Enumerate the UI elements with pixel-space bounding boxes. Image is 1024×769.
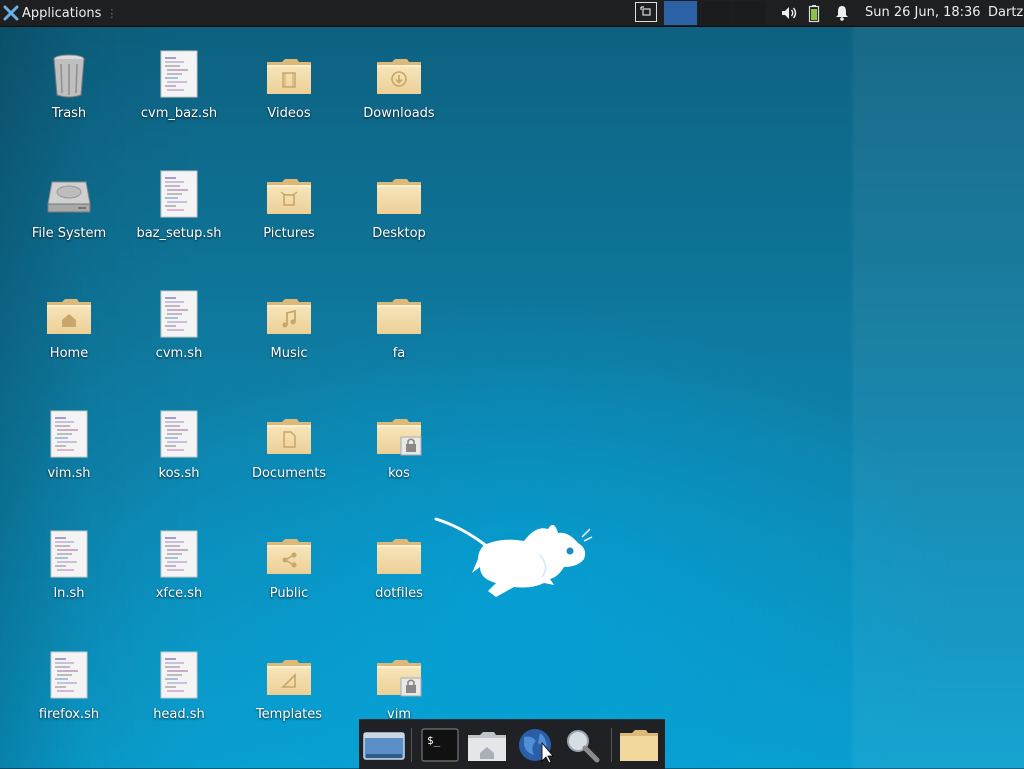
shell-script-icon [154,170,204,220]
icon-label: vim.sh [47,466,91,481]
dock: $_ [359,719,665,769]
icon-label: Public [269,586,309,601]
file-manager-icon[interactable] [618,727,660,763]
desktop-icon-desktop[interactable]: Desktop [349,170,449,280]
folder-documents-icon [264,410,314,460]
workspace-3[interactable] [732,1,765,25]
xfce-mouse-logo-icon [434,517,593,597]
panel-grip-icon[interactable]: ⋮ [106,7,117,20]
desktop-icon-downloads[interactable]: Downloads [349,50,449,160]
shell-script-icon [154,651,204,701]
trash-icon [53,54,85,98]
desktop-icon-fa[interactable]: fa [349,290,449,400]
xfce-logo-icon [3,5,19,21]
shell-script-icon [154,530,204,580]
icon-label: head.sh [153,707,205,722]
shell-script-icon [154,50,204,100]
folder-music-icon [264,290,314,340]
battery-icon[interactable] [806,3,826,23]
shell-script-icon [44,651,94,701]
icon-label: baz_setup.sh [136,226,222,241]
desktop-icon-cvm-baz-sh[interactable]: cvm_baz.sh [129,50,229,160]
svg-text:$_: $_ [427,734,441,747]
desktop-icon-xfce-sh[interactable]: xfce.sh [129,530,229,640]
terminal-icon[interactable]: $_ [419,727,461,763]
desktop-icon-documents[interactable]: Documents [239,410,339,520]
desktop-icon-baz-setup-sh[interactable]: baz_setup.sh [129,170,229,280]
workspace-2[interactable] [698,1,731,25]
desktop-icon-trash[interactable]: Trash [19,50,119,160]
desktop-icon-music[interactable]: Music [239,290,339,400]
icon-label: Documents [251,466,327,481]
icon-label: Templates [255,707,323,722]
desktop-icon-cvm-sh[interactable]: cvm.sh [129,290,229,400]
icon-label: fa [392,346,406,361]
shell-script-icon [154,410,204,460]
icon-label: Videos [267,106,311,121]
icon-label: File System [31,226,107,241]
folder-icon [374,290,424,340]
drive-icon [47,181,91,213]
desktop-icon-templates[interactable]: Templates [239,651,339,761]
volume-icon[interactable] [779,3,799,23]
shell-script-icon [44,530,94,580]
user-name[interactable]: Dartz [988,5,1023,20]
icon-label: kos [388,466,410,481]
web-browser-icon[interactable] [514,727,556,763]
desktop-icon-vim-sh[interactable]: vim.sh [19,410,119,520]
icon-label: Music [270,346,308,361]
icon-label: xfce.sh [155,586,203,601]
desktop-icon-firefox-sh[interactable]: firefox.sh [19,651,119,761]
workspace-1[interactable] [664,1,697,25]
icon-label: Pictures [263,226,315,241]
show-desktop-icon[interactable] [363,727,405,763]
window-icon [640,6,651,16]
icon-label: Desktop [372,226,426,241]
desktop-icon-file-system[interactable]: File System [19,170,119,280]
icon-label: ln.sh [53,586,85,601]
dock-separator [611,728,612,762]
clock[interactable]: Sun 26 Jun, 18:36 [865,5,981,20]
folder-downloads-icon [374,50,424,100]
folder-locked-icon [374,651,422,697]
applications-label: Applications [22,5,102,21]
desktop-icon-videos[interactable]: Videos [239,50,339,160]
folder-pictures-icon [264,170,314,220]
shell-script-icon [44,410,94,460]
folder-locked-icon [374,410,422,456]
dock-separator [411,728,412,762]
folder-public-icon [264,530,314,580]
folder-templates-icon [264,651,314,701]
icon-label: firefox.sh [38,707,100,722]
desktop-icon-ln-sh[interactable]: ln.sh [19,530,119,640]
icon-label: kos.sh [158,466,200,481]
search-icon[interactable] [561,727,603,763]
shell-script-icon [154,290,204,340]
folder-icon [374,530,424,580]
home-folder-icon[interactable] [466,727,508,763]
icon-label: cvm.sh [155,346,203,361]
desktop-icon-head-sh[interactable]: head.sh [129,651,229,761]
icon-label: Home [49,346,89,361]
desktop-icon-pictures[interactable]: Pictures [239,170,339,280]
desktop-icon-kos[interactable]: kos [349,410,449,520]
desktop-icon-home[interactable]: Home [19,290,119,400]
desktop-icon-kos-sh[interactable]: kos.sh [129,410,229,520]
icon-label: Trash [51,106,87,121]
notification-bell-icon[interactable] [832,3,852,23]
desktop-icon-public[interactable]: Public [239,530,339,640]
window-buttons[interactable] [634,1,660,25]
folder-home-icon [44,290,94,340]
applications-menu[interactable]: Applications ⋮ [3,3,117,23]
folder-videos-icon [264,50,314,100]
top-panel: Applications ⋮ Sun 26 Jun, 18:36 Dartz [0,0,1024,27]
icon-label: cvm_baz.sh [140,106,218,121]
icon-label: Downloads [363,106,435,121]
folder-icon [374,170,424,220]
